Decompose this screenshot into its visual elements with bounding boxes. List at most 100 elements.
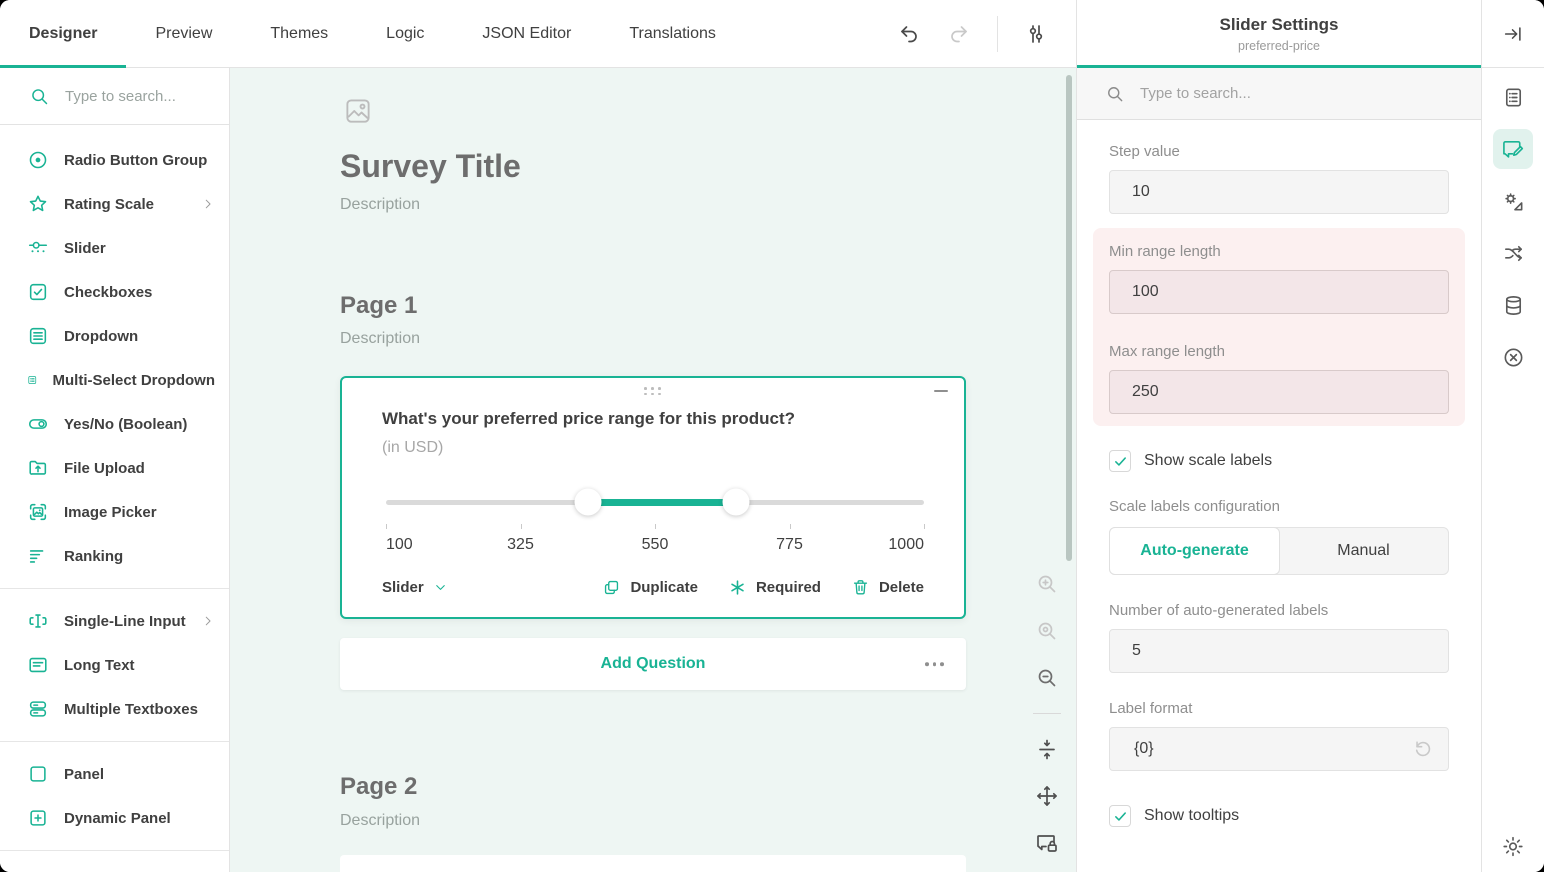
page2-add-question-card[interactable] <box>340 855 966 872</box>
toolbox-item-slider[interactable]: Slider <box>0 226 229 270</box>
survey-logo-placeholder-icon[interactable] <box>343 96 373 126</box>
chevron-right-icon[interactable] <box>201 197 215 211</box>
toolbox-item-checkboxes[interactable]: Checkboxes <box>0 270 229 314</box>
drag-mode-icon[interactable] <box>1035 784 1059 808</box>
slider-tick <box>521 524 522 529</box>
slider-handle-max[interactable] <box>722 489 749 516</box>
settings-panel-header: Slider Settings preferred-price <box>1076 0 1481 68</box>
zoom-out-icon[interactable] <box>1035 666 1059 690</box>
page1-description[interactable]: Description <box>340 330 420 348</box>
num-labels-input[interactable] <box>1109 629 1449 673</box>
category-edit-icon[interactable] <box>1493 129 1533 169</box>
add-question-button[interactable]: Add Question <box>340 638 966 690</box>
tab-designer[interactable]: Designer <box>0 0 126 67</box>
settings-search-input[interactable] <box>1138 84 1388 103</box>
slider-tick <box>386 524 387 529</box>
creator-settings-gear-icon[interactable] <box>1502 835 1525 858</box>
tab-json-editor[interactable]: JSON Editor <box>453 0 600 67</box>
undo-icon[interactable] <box>897 22 921 46</box>
reset-value-icon[interactable] <box>1412 738 1434 760</box>
toolbox-item-label: Multiple Textboxes <box>64 701 198 718</box>
required-button[interactable]: Required <box>728 578 821 597</box>
step-value-input[interactable] <box>1109 170 1449 214</box>
label-format-input[interactable] <box>1132 739 1412 759</box>
collapse-question-icon[interactable] <box>934 390 948 392</box>
view-settings-icon[interactable] <box>1024 22 1048 46</box>
category-validation-icon[interactable] <box>1493 337 1533 377</box>
toolbox-item-label: Single-Line Input <box>64 613 186 630</box>
toolbox-item-dropdown[interactable]: Dropdown <box>0 314 229 358</box>
page1-title[interactable]: Page 1 <box>340 292 417 320</box>
tab-json-editor-label: JSON Editor <box>482 25 571 43</box>
category-logic-icon[interactable] <box>1493 233 1533 273</box>
toolbox-item-ranking[interactable]: Ranking <box>0 534 229 578</box>
max-range-input[interactable] <box>1109 370 1449 414</box>
show-scale-labels-label: Show scale labels <box>1144 452 1272 470</box>
min-range-input[interactable] <box>1109 270 1449 314</box>
toolbox-item-single-line-input[interactable]: Single-Line Input <box>0 599 229 643</box>
toolbox-item-image-picker[interactable]: Image Picker <box>0 490 229 534</box>
slider-scale-label: 775 <box>776 536 803 554</box>
slider-track[interactable] <box>386 500 924 505</box>
question-description[interactable]: (in USD) <box>382 439 443 457</box>
toolbox-divider <box>0 741 229 742</box>
question-type-label: Slider <box>382 579 424 596</box>
toolbox-search[interactable] <box>0 68 229 125</box>
more-question-types-icon[interactable] <box>925 662 944 666</box>
redo-icon[interactable] <box>947 22 971 46</box>
survey-description[interactable]: Description <box>340 196 420 214</box>
zoom-in-icon[interactable] <box>1035 572 1059 596</box>
canvas-scrollbar[interactable] <box>1066 75 1072 561</box>
lock-questions-icon[interactable] <box>1035 831 1059 855</box>
collapse-panel-icon <box>1502 23 1524 45</box>
survey-creator-window: Designer Preview Themes Logic JSON Edito… <box>0 0 1544 872</box>
header-left: Designer Preview Themes Logic JSON Edito… <box>0 0 1076 68</box>
toolbox-item-label: Image Picker <box>64 504 157 521</box>
tab-preview[interactable]: Preview <box>126 0 241 67</box>
toolbox-item-multiple-textboxes[interactable]: Multiple Textboxes <box>0 687 229 731</box>
question-card-slider[interactable]: What's your preferred price range for th… <box>340 376 966 619</box>
duplicate-button[interactable]: Duplicate <box>602 578 698 597</box>
toggle-icon <box>27 413 49 435</box>
survey-title[interactable]: Survey Title <box>340 148 521 185</box>
tab-logic[interactable]: Logic <box>357 0 453 67</box>
checkbox-checked-icon <box>1109 450 1131 472</box>
header: Designer Preview Themes Logic JSON Edito… <box>0 0 1544 68</box>
tab-translations[interactable]: Translations <box>600 0 745 67</box>
slider-handle-min[interactable] <box>574 489 601 516</box>
page2-title[interactable]: Page 2 <box>340 773 417 801</box>
settings-search[interactable] <box>1077 68 1481 120</box>
toolbox-item-panel[interactable]: Panel <box>0 752 229 796</box>
toolbox-item-rating-scale[interactable]: Rating Scale <box>0 182 229 226</box>
toolbox-search-input[interactable] <box>63 87 203 106</box>
drag-handle-icon[interactable] <box>644 387 662 395</box>
toolbox-item-dynamic-panel[interactable]: Dynamic Panel <box>0 796 229 840</box>
collapse-panel-button[interactable] <box>1481 0 1544 68</box>
toolbox-item-boolean[interactable]: Yes/No (Boolean) <box>0 402 229 446</box>
required-asterisk-icon <box>728 578 747 597</box>
toolbox-item-file-upload[interactable]: File Upload <box>0 446 229 490</box>
tab-logic-label: Logic <box>386 25 424 43</box>
toolbox-item-label: Long Text <box>64 657 135 674</box>
delete-button[interactable]: Delete <box>851 578 924 597</box>
category-appearance-icon[interactable] <box>1493 181 1533 221</box>
category-data-icon[interactable] <box>1493 285 1533 325</box>
question-title[interactable]: What's your preferred price range for th… <box>382 409 795 429</box>
toolbox-item-long-text[interactable]: Long Text <box>0 643 229 687</box>
chevron-right-icon[interactable] <box>201 614 215 628</box>
toggle-option-auto-generate[interactable]: Auto-generate <box>1109 527 1280 575</box>
collapse-all-icon[interactable] <box>1035 737 1059 761</box>
toggle-option-manual[interactable]: Manual <box>1279 528 1448 574</box>
tab-themes[interactable]: Themes <box>241 0 357 67</box>
category-general-icon[interactable] <box>1493 77 1533 117</box>
question-type-selector[interactable]: Slider <box>382 579 448 596</box>
page2-description[interactable]: Description <box>340 812 420 830</box>
settings-body: Step value Min range length Max range le… <box>1077 120 1481 827</box>
show-tooltips-checkbox[interactable]: Show tooltips <box>1109 805 1449 827</box>
toolbox-item-multi-select-dropdown[interactable]: Multi-Select Dropdown <box>0 358 229 402</box>
search-icon <box>29 86 50 107</box>
tab-preview-label: Preview <box>155 25 212 43</box>
toolbox-item-radio-button-group[interactable]: Radio Button Group <box>0 138 229 182</box>
zoom-reset-icon[interactable] <box>1035 619 1059 643</box>
show-scale-labels-checkbox[interactable]: Show scale labels <box>1109 450 1449 472</box>
